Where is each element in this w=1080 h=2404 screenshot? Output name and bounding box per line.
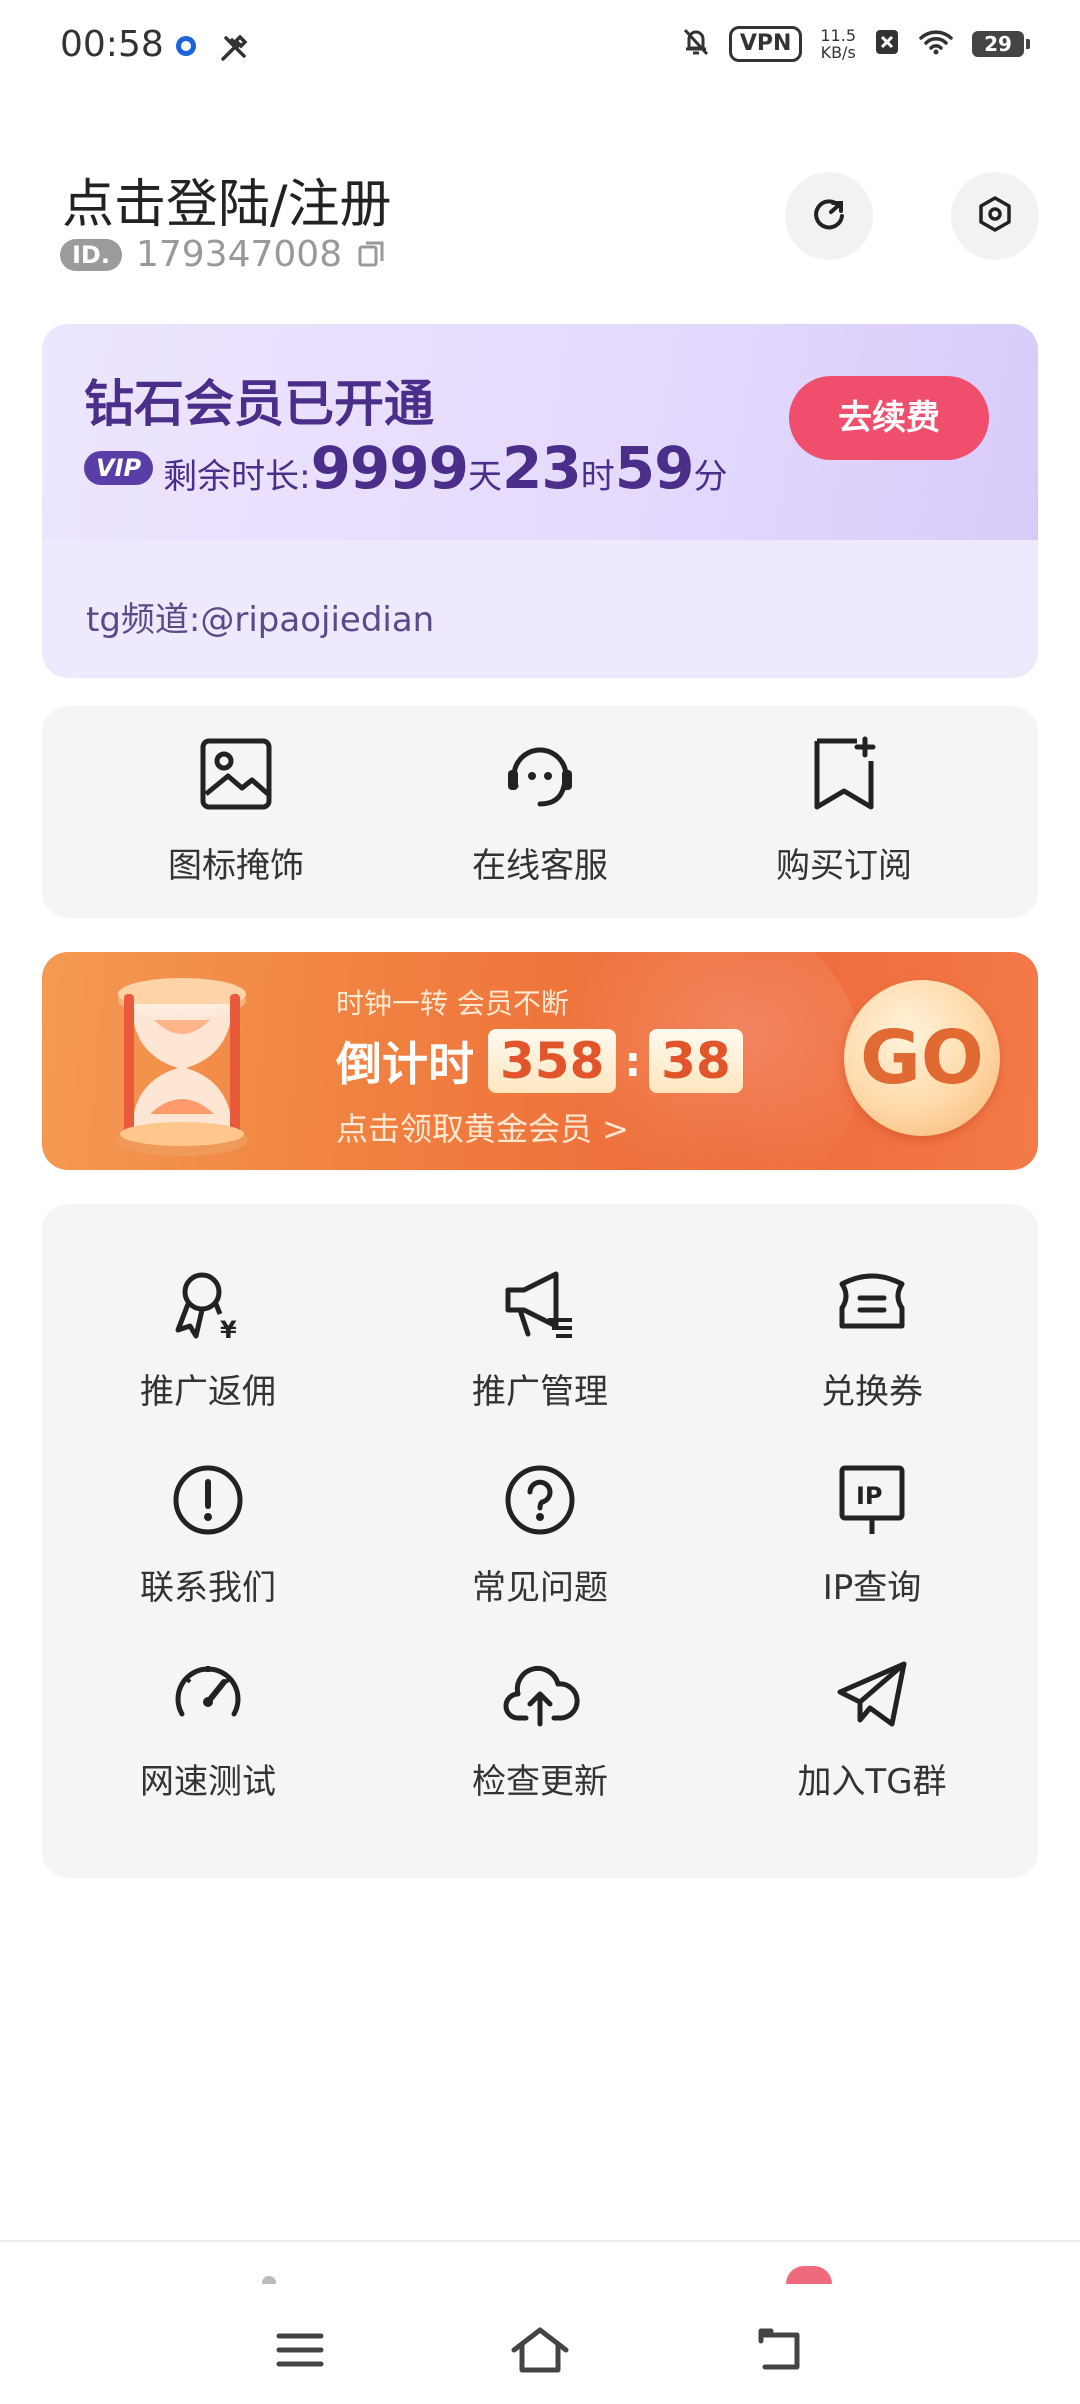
tg-channel-text[interactable]: tg频道:@ripaojiedian — [86, 592, 434, 641]
menu-item-referral-management[interactable]: 推广管理 — [420, 1264, 660, 1413]
quick-item-label: 在线客服 — [472, 846, 608, 886]
countdown-separator: : — [624, 1036, 642, 1086]
menu-button[interactable] — [260, 2312, 340, 2392]
id-number: 179347008 — [135, 234, 343, 275]
battery-icon: 29 — [972, 31, 1030, 57]
remain-minutes: 59 — [614, 434, 695, 502]
menu-item-speed-test[interactable]: 网速测试 — [88, 1654, 328, 1803]
login-register-link[interactable]: 点击登陆/注册 — [62, 162, 392, 237]
promo-tagline: 时钟一转 会员不断 — [336, 987, 569, 1020]
refresh-icon — [809, 194, 849, 238]
svg-text:¥: ¥ — [220, 1316, 237, 1344]
settings-icon — [975, 194, 1015, 238]
ticket-icon — [752, 1264, 992, 1344]
quick-actions-card: 图标掩饰 在线客服 购买订阅 — [42, 706, 1038, 918]
menu-grid-card: ¥ 推广返佣 推广管理 兑换券 联系我们 常见问题 IP IP查询 网速测试 检… — [42, 1204, 1038, 1878]
back-icon — [755, 2327, 805, 2377]
menu-item-label: 推广管理 — [472, 1372, 608, 1412]
minutes-unit: 分 — [693, 457, 728, 497]
hours-unit: 时 — [580, 457, 615, 497]
vip-remaining-time: VIP 剩余时长: 9999 天 23 时 59 分 — [84, 434, 727, 502]
tab-indicator-left[interactable] — [262, 2276, 276, 2284]
speed-unit: KB/s — [820, 43, 856, 62]
ip-sign-icon: IP — [752, 1460, 992, 1540]
home-icon — [510, 2326, 570, 2378]
close-box-icon — [874, 28, 900, 60]
back-button[interactable] — [740, 2312, 820, 2392]
system-nav-bar — [0, 2300, 1080, 2404]
network-speed: 11.5 KB/s — [820, 27, 856, 61]
menu-item-label: 推广返佣 — [140, 1372, 276, 1412]
megaphone-icon — [420, 1264, 660, 1344]
headset-icon — [430, 732, 650, 816]
vip-status-title: 钻石会员已开通 — [84, 375, 434, 433]
image-icon — [126, 732, 346, 816]
promo-claim-link[interactable]: 点击领取黄金会员 > — [336, 1104, 629, 1150]
menu-item-check-update[interactable]: 检查更新 — [420, 1654, 660, 1803]
menu-icon — [275, 2330, 325, 2374]
alert-circle-icon — [88, 1460, 328, 1540]
wifi-icon — [918, 28, 954, 60]
user-id-row: ID. 179347008 — [60, 234, 388, 275]
quick-item-label: 图标掩饰 — [168, 846, 304, 886]
countdown-value-b: 38 — [649, 1029, 743, 1093]
vip-card: 钻石会员已开通 VIP 剩余时长: 9999 天 23 时 59 分 去续费 t… — [42, 324, 1038, 678]
vip-card-top: 钻石会员已开通 VIP 剩余时长: 9999 天 23 时 59 分 去续费 — [42, 324, 1038, 540]
menu-item-join-tg-group[interactable]: 加入TG群 — [752, 1654, 992, 1803]
remain-days: 9999 — [310, 434, 469, 502]
days-unit: 天 — [468, 457, 502, 497]
refresh-button[interactable] — [785, 172, 873, 260]
menu-item-voucher[interactable]: 兑换券 — [752, 1264, 992, 1413]
menu-item-label: 加入TG群 — [797, 1762, 947, 1802]
go-button[interactable]: GO — [844, 980, 1000, 1136]
copy-icon[interactable] — [356, 237, 388, 273]
status-bar: 00:58 VPN 11.5 KB/s 29 — [0, 0, 1080, 96]
hourglass-icon — [82, 964, 282, 1168]
settings-button[interactable] — [951, 172, 1039, 260]
menu-item-faq[interactable]: 常见问题 — [420, 1460, 660, 1609]
tools-icon — [218, 32, 250, 68]
help-circle-icon — [420, 1460, 660, 1540]
speed-value: 11.5 — [820, 26, 856, 45]
status-time: 00:58 — [60, 24, 164, 65]
quick-item-label: 购买订阅 — [776, 846, 912, 886]
menu-item-ip-lookup[interactable]: IP IP查询 — [752, 1460, 992, 1609]
menu-item-referral-commission[interactable]: ¥ 推广返佣 — [88, 1264, 328, 1413]
menu-item-label: 联系我们 — [140, 1568, 276, 1608]
tab-indicator-right[interactable] — [786, 2266, 832, 2284]
menu-item-contact-us[interactable]: 联系我们 — [88, 1460, 328, 1609]
home-button[interactable] — [500, 2312, 580, 2392]
speedometer-icon — [88, 1654, 328, 1734]
vpn-badge: VPN — [728, 26, 803, 62]
status-left-icons — [172, 32, 250, 68]
cloud-upload-icon — [420, 1654, 660, 1734]
dot-icon — [172, 32, 200, 68]
remain-hours: 23 — [502, 434, 582, 502]
status-right-icons: VPN 11.5 KB/s 29 — [681, 26, 1030, 62]
promo-countdown: 倒计时 358 : 38 — [336, 1028, 743, 1094]
menu-item-label: 检查更新 — [472, 1762, 608, 1802]
countdown-value-a: 358 — [488, 1029, 617, 1093]
quick-item-buy-subscription[interactable]: 购买订阅 — [734, 732, 954, 887]
telegram-icon — [752, 1654, 992, 1734]
id-badge: ID. — [60, 238, 122, 271]
menu-item-label: 兑换券 — [821, 1372, 923, 1412]
award-yen-icon: ¥ — [88, 1264, 328, 1344]
mute-bell-icon — [681, 26, 711, 62]
bottom-divider — [0, 2240, 1080, 2242]
menu-item-label: IP查询 — [822, 1568, 922, 1608]
vip-pill: VIP — [84, 451, 154, 485]
renew-button[interactable]: 去续费 — [789, 376, 989, 460]
remain-label: 剩余时长: — [163, 457, 311, 497]
quick-item-online-support[interactable]: 在线客服 — [430, 732, 650, 887]
svg-text:IP: IP — [856, 1482, 883, 1510]
menu-item-label: 网速测试 — [140, 1762, 276, 1802]
countdown-label: 倒计时 — [336, 1037, 474, 1091]
menu-item-label: 常见问题 — [472, 1568, 608, 1608]
bookmark-add-icon — [734, 732, 954, 816]
quick-item-icon-disguise[interactable]: 图标掩饰 — [126, 732, 346, 887]
promo-banner[interactable]: 时钟一转 会员不断 倒计时 358 : 38 点击领取黄金会员 > GO — [42, 952, 1038, 1170]
